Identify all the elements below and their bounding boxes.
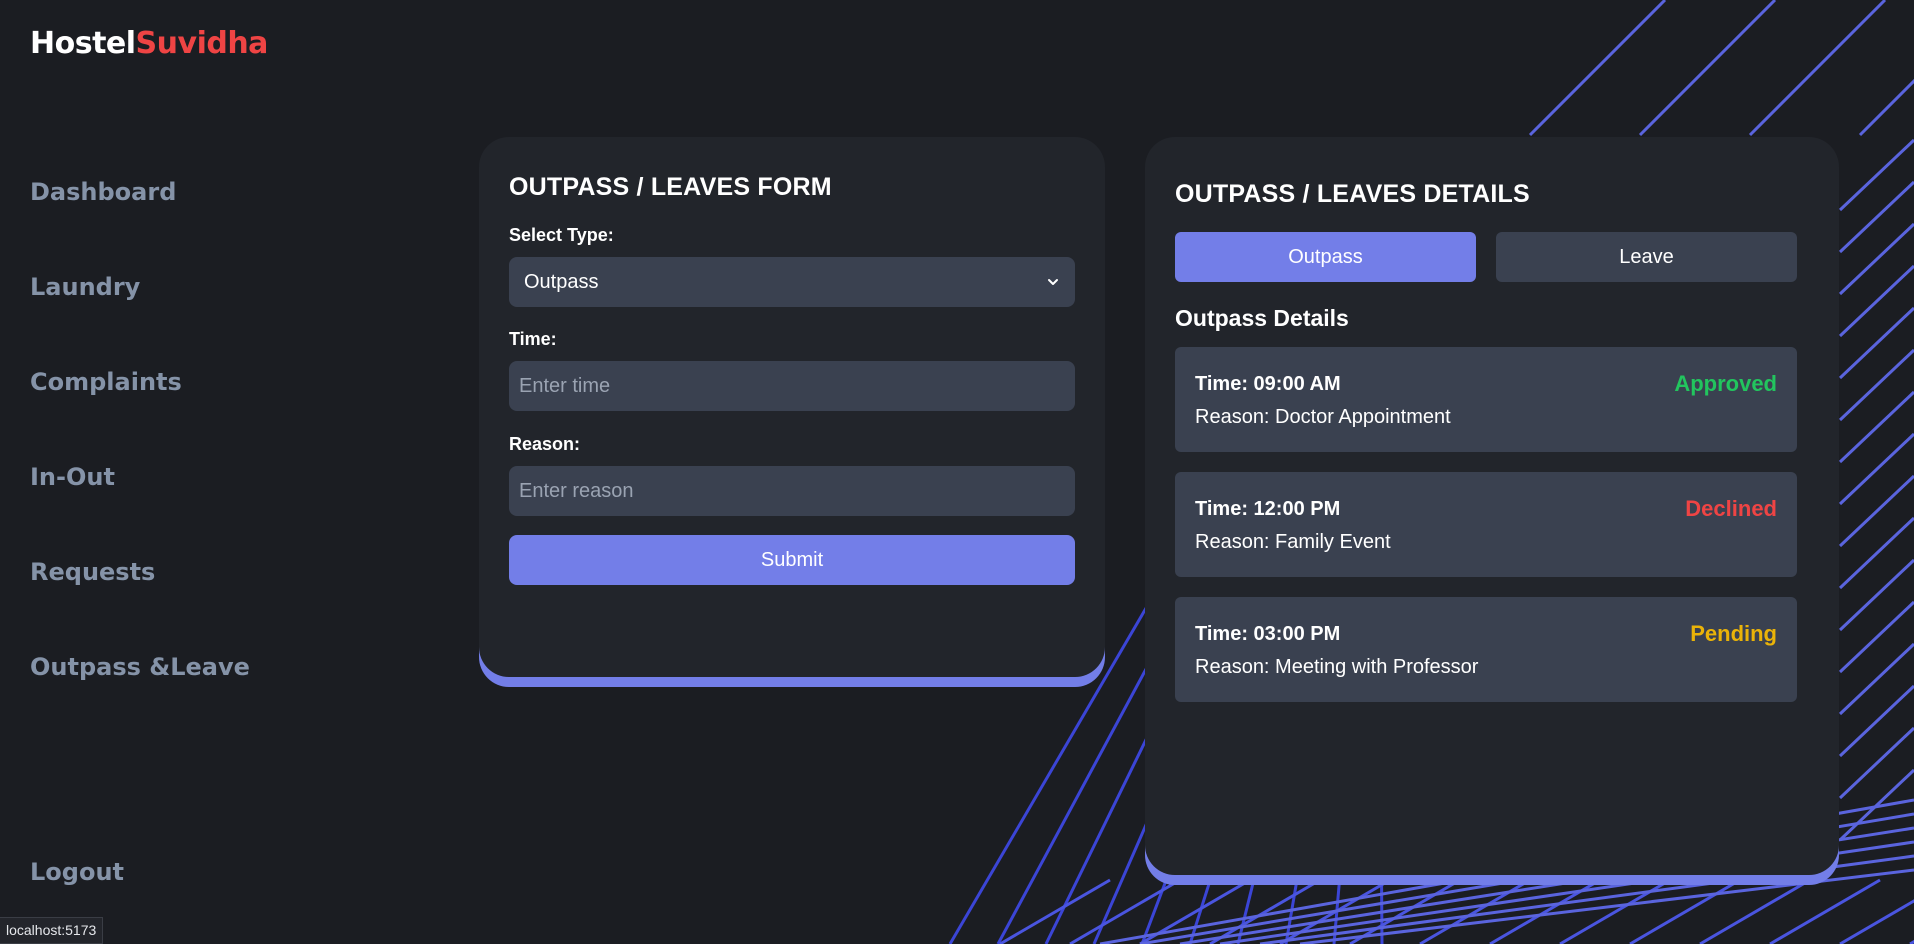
- background-line: [1909, 939, 1914, 944]
- background-line: [1839, 899, 1914, 944]
- status-bar-url: localhost:5173: [0, 917, 104, 944]
- list-item: Time: 09:00 AM Reason: Doctor Appointmen…: [1175, 347, 1797, 452]
- outpass-form-card: OUTPASS / LEAVES FORM Select Type: Outpa…: [479, 137, 1105, 677]
- reason-label: Reason:: [509, 434, 581, 454]
- background-line: [1838, 684, 1914, 758]
- reason-input[interactable]: [509, 466, 1075, 516]
- outpass-details-card: OUTPASS / LEAVES DETAILS Outpass Leave O…: [1145, 137, 1839, 875]
- background-line: [1528, 0, 1667, 137]
- background-line: [1838, 390, 1914, 464]
- tab-outpass[interactable]: Outpass: [1175, 232, 1476, 282]
- type-label: Select Type:: [509, 225, 614, 245]
- sidebar-item-requests[interactable]: Requests: [30, 558, 155, 586]
- background-line: [1838, 432, 1914, 506]
- background-line: [1838, 474, 1914, 548]
- status-badge: Pending: [1690, 621, 1777, 646]
- background-line: [1838, 138, 1914, 212]
- sidebar-item-dashboard[interactable]: Dashboard: [30, 178, 176, 206]
- background-line: [1838, 726, 1914, 800]
- list-item: Time: 03:00 PM Reason: Meeting with Prof…: [1175, 597, 1797, 702]
- background-line: [1838, 306, 1914, 380]
- time-input[interactable]: [509, 361, 1075, 411]
- chevron-down-icon: [1048, 279, 1058, 285]
- details-title: OUTPASS / LEAVES DETAILS: [1175, 180, 1530, 208]
- status-badge: Declined: [1685, 496, 1777, 521]
- background-line: [1838, 180, 1914, 254]
- sidebar-item-in-out[interactable]: In-Out: [30, 463, 115, 491]
- sidebar-item-laundry[interactable]: Laundry: [30, 273, 140, 301]
- entry-time: Time: 12:00 PM: [1195, 498, 1341, 520]
- background-line: [1299, 868, 1914, 944]
- background-line: [1838, 600, 1914, 674]
- time-label: Time:: [509, 329, 557, 349]
- entry-time: Time: 03:00 PM: [1195, 623, 1341, 645]
- background-line: [1069, 878, 1181, 944]
- background-line: [1209, 878, 1321, 944]
- background-line: [1838, 348, 1914, 422]
- type-select-value: Outpass: [524, 270, 599, 293]
- entry-reason: Reason: Meeting with Professor: [1195, 656, 1479, 678]
- form-title: OUTPASS / LEAVES FORM: [509, 173, 832, 201]
- background-line: [1838, 642, 1914, 716]
- background-line: [1638, 0, 1777, 137]
- section-title: Outpass Details: [1175, 305, 1349, 331]
- background-line: [1748, 0, 1887, 137]
- sidebar-item-complaints[interactable]: Complaints: [30, 368, 182, 396]
- entry-reason: Reason: Family Event: [1195, 531, 1391, 553]
- sidebar-item-outpass-leave[interactable]: Outpass &Leave: [30, 653, 250, 681]
- background-line: [1838, 222, 1914, 296]
- background-line: [1838, 516, 1914, 590]
- type-select[interactable]: Outpass: [509, 257, 1075, 307]
- logo-text-hostel: Hostel: [30, 26, 136, 61]
- background-line: [1858, 78, 1914, 137]
- background-line: [1838, 558, 1914, 632]
- logo-text-suvidha: Suvidha: [135, 26, 269, 61]
- background-line: [1769, 878, 1881, 944]
- background-line: [1838, 264, 1914, 338]
- list-item: Time: 12:00 PM Reason: Family Event Decl…: [1175, 472, 1797, 577]
- submit-button[interactable]: Submit: [509, 535, 1075, 585]
- entry-time: Time: 09:00 AM: [1195, 373, 1341, 395]
- tab-leave[interactable]: Leave: [1496, 232, 1797, 282]
- entry-reason: Reason: Doctor Appointment: [1195, 406, 1451, 428]
- logout-button[interactable]: Logout: [30, 858, 124, 886]
- background-line: [1629, 878, 1741, 944]
- app-logo[interactable]: HostelSuvidha: [30, 26, 268, 61]
- status-badge: Approved: [1674, 371, 1777, 396]
